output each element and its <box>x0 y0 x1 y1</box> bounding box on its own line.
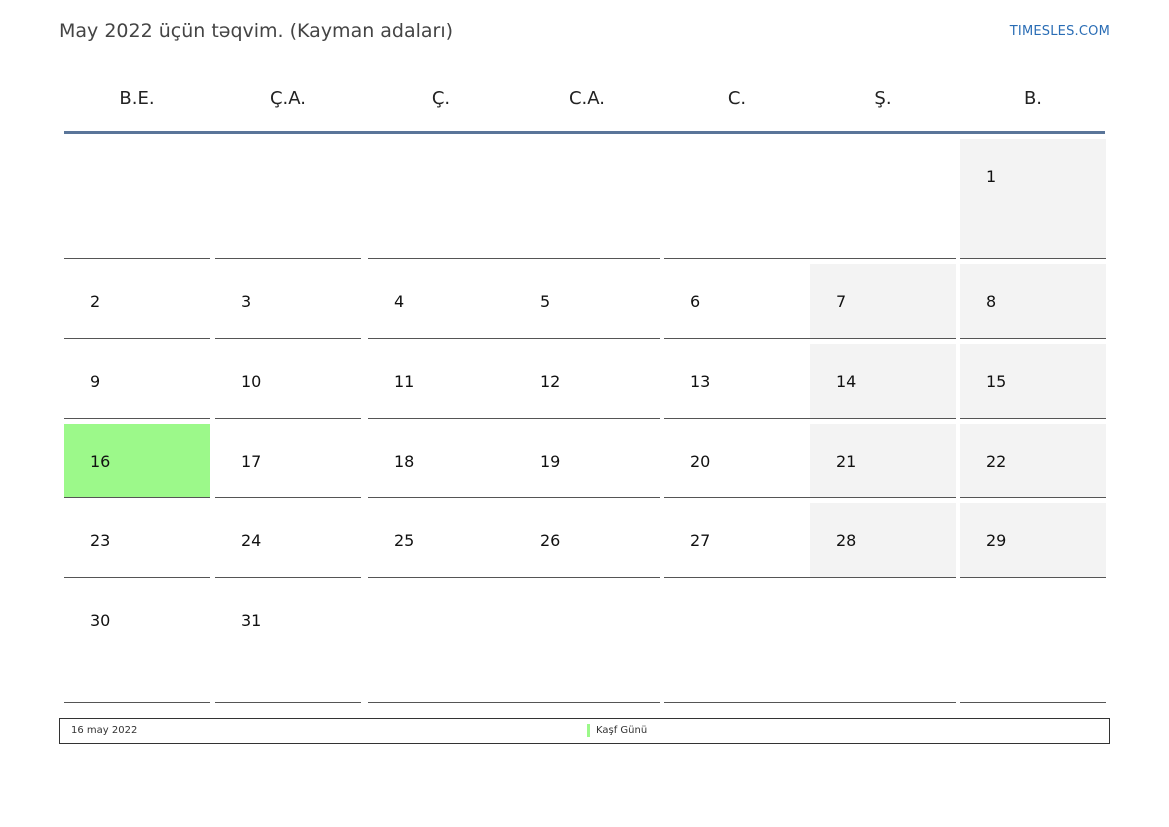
day-number: 23 <box>90 531 111 550</box>
day-number: 25 <box>394 531 415 550</box>
day-number: 5 <box>540 292 551 311</box>
day-cell: 28 <box>810 503 956 578</box>
weekday-header: Ç. <box>431 88 451 109</box>
day-cell: 15 <box>960 344 1106 419</box>
day-cell: 11 <box>368 344 514 419</box>
weekday-header: Ç.A. <box>269 88 306 109</box>
day-number: 24 <box>241 531 262 550</box>
legend-date: 16 may 2022 <box>71 725 138 736</box>
day-cell: 7 <box>810 264 956 339</box>
brand-link[interactable]: TIMESLES.COM <box>1010 24 1110 39</box>
day-number: 15 <box>986 372 1007 391</box>
day-number: 1 <box>986 167 997 186</box>
day-cell: 6 <box>664 264 810 339</box>
day-number: 14 <box>836 372 857 391</box>
day-cell: 1 <box>960 139 1106 259</box>
legend-holiday-name: Kaşf Günü <box>596 725 648 736</box>
day-number: 29 <box>986 531 1007 550</box>
day-cell: 3 <box>215 264 361 339</box>
day-cell: 24 <box>215 503 361 578</box>
header-divider <box>64 131 1105 134</box>
day-number: 20 <box>690 452 711 471</box>
day-cell: 2 <box>64 264 210 339</box>
weekday-header: C.A. <box>568 88 605 109</box>
day-cell: 13 <box>664 344 810 419</box>
day-number: 12 <box>540 372 561 391</box>
empty-day-cell <box>215 139 361 259</box>
day-cell: 30 <box>64 583 210 703</box>
day-number: 31 <box>241 611 262 630</box>
weekday-header: B. <box>1023 88 1043 109</box>
day-number: 27 <box>690 531 711 550</box>
holiday-legend: 16 may 2022 Kaşf Günü <box>59 718 1110 744</box>
empty-day-cell <box>810 139 956 259</box>
day-number: 3 <box>241 292 252 311</box>
day-cell: 20 <box>664 424 810 498</box>
empty-day-cell <box>514 583 660 703</box>
day-number: 17 <box>241 452 262 471</box>
day-cell: 21 <box>810 424 956 498</box>
day-cell: 23 <box>64 503 210 578</box>
day-cell: 26 <box>514 503 660 578</box>
weekday-header: B.E. <box>119 88 155 109</box>
day-number: 13 <box>690 372 711 391</box>
weekday-header: C. <box>727 88 747 109</box>
day-number: 4 <box>394 292 405 311</box>
day-cell: 31 <box>215 583 361 703</box>
day-number: 11 <box>394 372 415 391</box>
day-number: 6 <box>690 292 701 311</box>
day-cell: 5 <box>514 264 660 339</box>
day-number: 9 <box>90 372 101 391</box>
empty-day-cell <box>664 139 810 259</box>
day-cell: 12 <box>514 344 660 419</box>
day-number: 10 <box>241 372 262 391</box>
day-cell: 19 <box>514 424 660 498</box>
day-number: 18 <box>394 452 415 471</box>
day-cell: 29 <box>960 503 1106 578</box>
empty-day-cell <box>960 583 1106 703</box>
day-number: 19 <box>540 452 561 471</box>
day-number: 7 <box>836 292 847 311</box>
empty-day-cell <box>664 583 810 703</box>
day-cell: 17 <box>215 424 361 498</box>
day-number: 21 <box>836 452 857 471</box>
page-title: May 2022 üçün təqvim. (Kayman adaları) <box>59 20 454 42</box>
empty-day-cell <box>368 583 514 703</box>
day-number: 2 <box>90 292 101 311</box>
day-cell: 27 <box>664 503 810 578</box>
day-number: 22 <box>986 452 1007 471</box>
empty-day-cell <box>368 139 514 259</box>
day-number: 16 <box>90 452 111 471</box>
legend-color-swatch <box>587 724 590 737</box>
weekday-header: Ş. <box>874 88 892 109</box>
day-number: 26 <box>540 531 561 550</box>
day-cell: 4 <box>368 264 514 339</box>
day-cell: 9 <box>64 344 210 419</box>
empty-day-cell <box>64 139 210 259</box>
day-number: 30 <box>90 611 111 630</box>
day-number: 28 <box>836 531 857 550</box>
day-cell: 22 <box>960 424 1106 498</box>
empty-day-cell <box>514 139 660 259</box>
day-cell: 25 <box>368 503 514 578</box>
day-cell-holiday: 16 <box>64 424 210 498</box>
day-cell: 14 <box>810 344 956 419</box>
day-cell: 8 <box>960 264 1106 339</box>
day-number: 8 <box>986 292 997 311</box>
day-cell: 10 <box>215 344 361 419</box>
day-cell: 18 <box>368 424 514 498</box>
empty-day-cell <box>810 583 956 703</box>
